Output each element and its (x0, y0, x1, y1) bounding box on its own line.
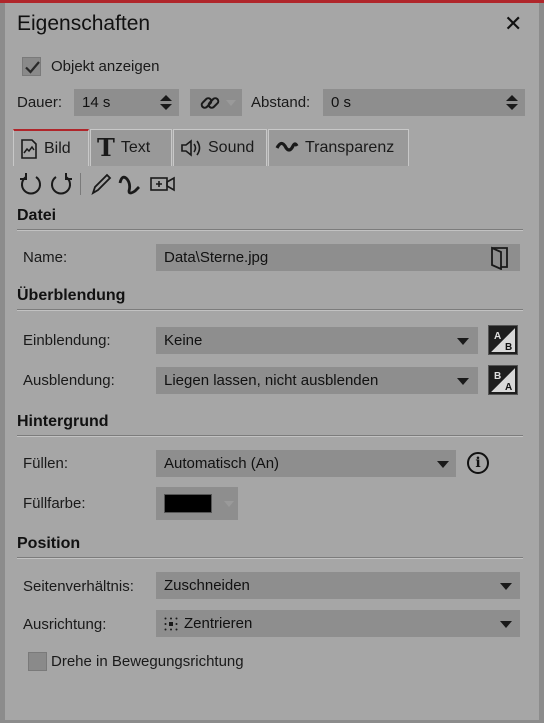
show-object-checkbox[interactable] (22, 57, 41, 76)
aspect-label: Seitenverhältnis: (23, 578, 134, 595)
fade-out-label: Ausblendung: (23, 372, 115, 389)
chevron-down-icon (226, 100, 236, 106)
file-name-field[interactable]: Data\Sterne.jpg (156, 244, 520, 271)
fade-out-select[interactable]: Liegen lassen, nicht ausblenden (156, 367, 478, 394)
toolbar-divider (80, 173, 81, 195)
tab-transparenz[interactable]: Transparenz (268, 129, 409, 166)
show-object-label: Objekt anzeigen (51, 58, 160, 75)
panel-title: Eigenschaften (17, 12, 151, 35)
info-icon[interactable]: i (467, 452, 489, 474)
spacing-field[interactable]: 0 s (323, 89, 525, 116)
chevron-down-icon (457, 378, 469, 385)
chevron-down-icon (224, 501, 234, 507)
tab-sound[interactable]: Sound (173, 129, 267, 166)
pencil-icon[interactable] (89, 171, 113, 197)
chevron-down-icon (457, 338, 469, 345)
section-hintergrund: Hintergrund (17, 413, 109, 430)
section-divider (17, 229, 523, 231)
fill-color-picker[interactable] (156, 487, 238, 520)
speaker-icon (181, 139, 201, 157)
fill-label: Füllen: (23, 455, 69, 472)
tab-bild[interactable]: Bild (13, 129, 89, 166)
tab-text[interactable]: T Text (90, 129, 172, 166)
fill-select[interactable]: Automatisch (An) (156, 450, 456, 477)
image-icon (21, 138, 37, 159)
alignment-label: Ausrichtung: (23, 616, 107, 633)
text-T-icon: T (97, 133, 115, 162)
section-divider (17, 557, 523, 559)
rotate-right-icon[interactable] (48, 171, 74, 197)
properties-panel: Eigenschaften ✕ Objekt anzeigen Dauer: 1… (5, 3, 539, 720)
fade-in-select[interactable]: Keine (156, 327, 478, 354)
chevron-down-icon (500, 621, 512, 628)
section-divider (17, 435, 523, 437)
file-name-value: Data\Sterne.jpg (164, 249, 269, 266)
svg-text:A: A (505, 382, 512, 393)
duration-value: 14 s (82, 94, 111, 111)
fade-out-ba-icon: B A (491, 368, 515, 393)
aspect-select[interactable]: Zuschneiden (156, 572, 520, 599)
section-divider (17, 309, 523, 311)
fade-in-label: Einblendung: (23, 332, 111, 349)
rotate-motion-checkbox[interactable] (28, 652, 47, 671)
svg-text:A: A (494, 331, 501, 342)
spacing-value: 0 s (331, 94, 352, 111)
fade-out-value: Liegen lassen, nicht ausblenden (164, 372, 379, 389)
fade-in-value: Keine (164, 332, 203, 349)
section-datei: Datei (17, 207, 57, 224)
svg-text:B: B (494, 371, 501, 382)
section-position: Position (17, 535, 81, 552)
svg-text:B: B (505, 342, 512, 353)
tab-sound-label: Sound (208, 139, 255, 156)
link-toggle-button[interactable] (190, 89, 242, 116)
alignment-value: Zentrieren (184, 615, 253, 632)
tab-transparenz-label: Transparenz (305, 139, 395, 156)
duration-field[interactable]: 14 s (74, 89, 179, 116)
align-center-icon (164, 617, 178, 631)
tab-bild-label: Bild (44, 139, 71, 157)
duration-spinner-icon[interactable] (160, 95, 172, 110)
transparency-wave-icon (275, 141, 299, 152)
section-ueberblendung: Überblendung (17, 287, 126, 304)
fill-value: Automatisch (An) (164, 455, 280, 472)
chain-link-icon (200, 97, 220, 109)
tab-text-label: Text (120, 139, 151, 156)
file-name-label: Name: (23, 249, 68, 266)
fill-color-label: Füllfarbe: (23, 495, 86, 512)
alignment-select[interactable]: Zentrieren (156, 610, 520, 637)
close-icon[interactable]: ✕ (504, 11, 522, 37)
spacing-label: Abstand: (251, 94, 311, 111)
fade-in-ab-icon: A B (491, 328, 515, 353)
checkmark-icon (25, 61, 40, 74)
aspect-value: Zuschneiden (164, 577, 250, 594)
chevron-down-icon (437, 461, 449, 468)
fade-in-transition-button[interactable]: A B (488, 325, 518, 355)
fill-color-swatch (164, 494, 212, 513)
rotate-left-icon[interactable] (18, 171, 44, 197)
duration-label: Dauer: (17, 94, 63, 111)
open-file-icon[interactable] (489, 246, 511, 270)
spacing-spinner-icon[interactable] (506, 95, 518, 110)
curve-path-icon[interactable] (117, 171, 143, 197)
fade-out-transition-button[interactable]: B A (488, 365, 518, 395)
rotate-motion-label: Drehe in Bewegungsrichtung (51, 653, 244, 670)
add-camera-icon[interactable] (149, 173, 177, 195)
chevron-down-icon (500, 583, 512, 590)
